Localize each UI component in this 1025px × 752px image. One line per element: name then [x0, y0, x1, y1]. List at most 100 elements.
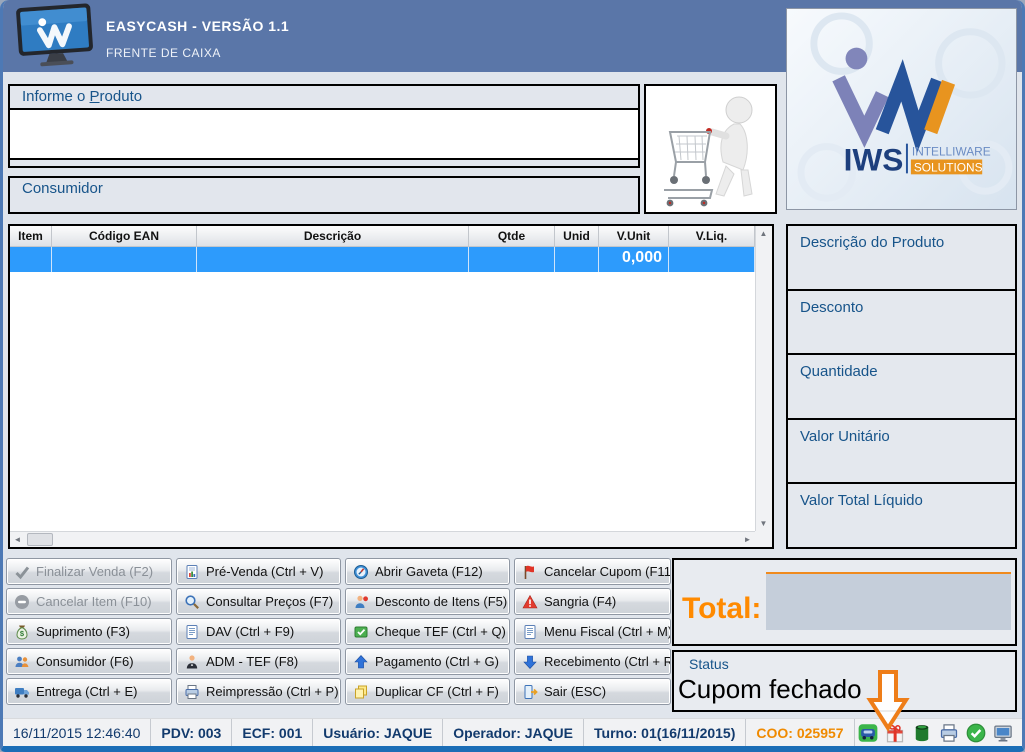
vertical-scrollbar[interactable]: ▲ ▼: [755, 226, 772, 531]
column-header-descricao[interactable]: Descrição: [197, 226, 469, 246]
item-detail-panel: Descrição do Produto Desconto Quantidade Va…: [786, 224, 1017, 549]
statusbar-turno: Turno: 01(16/11/2015): [584, 719, 747, 746]
menu-fiscal-button[interactable]: Menu Fiscal (Ctrl + M): [514, 618, 671, 645]
status-panel: Status Cupom fechado: [672, 650, 1017, 712]
adm-tef-button[interactable]: ADM - TEF (F8): [176, 648, 341, 675]
printer-icon: [184, 684, 200, 700]
scroll-right-icon[interactable]: ►: [740, 532, 755, 547]
detail-section-descricao-do-produto: Descrição do Produto: [788, 226, 1015, 291]
column-header-qtde[interactable]: Qtde: [469, 226, 555, 246]
iws-logo: IWS INTELLIWARE SOLUTIONS: [797, 12, 1013, 202]
gift-icon[interactable]: [885, 723, 905, 743]
exit-door-icon: [522, 684, 538, 700]
selected-item-row[interactable]: 0,000: [10, 247, 755, 272]
scroll-up-icon[interactable]: ▲: [756, 226, 771, 241]
horizontal-scroll-thumb[interactable]: [27, 533, 53, 546]
app-logo-monitor-icon: [16, 3, 93, 67]
drum-icon[interactable]: [912, 723, 932, 743]
entrega-button[interactable]: Entrega (Ctrl + E): [6, 678, 172, 705]
adm-tef-label: ADM - TEF (F8): [206, 654, 299, 669]
action-button-grid: Finalizar Venda (F2) Pré-Venda (Ctrl + V)…: [6, 558, 671, 710]
column-header-item[interactable]: Item: [10, 226, 52, 246]
reimpressao-label: Reimpressão (Ctrl + P): [206, 684, 339, 699]
person-discount-icon: [353, 594, 369, 610]
cancelar-cupom-button[interactable]: Cancelar Cupom (F11): [514, 558, 671, 585]
person-suit-icon: [184, 654, 200, 670]
menu-fiscal-label: Menu Fiscal (Ctrl + M): [544, 624, 671, 639]
consumer-group[interactable]: Consumidor: [8, 176, 640, 214]
abrir-gaveta-button[interactable]: Abrir Gaveta (F12): [345, 558, 510, 585]
cheque-tef-button[interactable]: Cheque TEF (Ctrl + Q): [345, 618, 510, 645]
recebimento-button[interactable]: Recebimento (Ctrl + R): [514, 648, 671, 675]
pagamento-label: Pagamento (Ctrl + G): [375, 654, 499, 669]
product-entry-group: Informe o Produto: [8, 84, 640, 168]
minus-circle-gray-icon: [14, 594, 30, 610]
truck-blue-icon: [14, 684, 30, 700]
pagamento-button[interactable]: Pagamento (Ctrl + G): [345, 648, 510, 675]
detail-section-valor-total-liquido: Valor Total Líquido: [788, 484, 1015, 547]
suprimento-button[interactable]: $ Suprimento (F3): [6, 618, 172, 645]
statusbar-coo: COO: 025957: [746, 719, 855, 746]
people-icon: [14, 654, 30, 670]
product-entry-label: Informe o Produto: [22, 88, 143, 105]
consumidor-button[interactable]: Consumidor (F6): [6, 648, 172, 675]
consumidor-label: Consumidor (F6): [36, 654, 134, 669]
detail-label-desconto: Desconto: [800, 298, 864, 316]
detail-label-quantidade: Quantidade: [800, 363, 878, 381]
monitor-icon[interactable]: [993, 723, 1013, 743]
detail-label-valor-total-liquido: Valor Total Líquido: [800, 492, 923, 510]
pre-venda-button[interactable]: Pré-Venda (Ctrl + V): [176, 558, 341, 585]
magnifier-icon: [184, 594, 200, 610]
printer-icon[interactable]: [939, 723, 959, 743]
status-bar: 16/11/2015 12:46:40 PDV: 003 ECF: 001 Usuár…: [3, 718, 1022, 746]
app-title: EASYCASH - VERSÃO 1.1: [106, 18, 290, 34]
scrollbar-corner: [755, 531, 772, 547]
consultar-precos-label: Consultar Preços (F7): [206, 594, 334, 609]
scroll-left-icon[interactable]: ◄: [10, 532, 25, 547]
dav-button[interactable]: DAV (Ctrl + F9): [176, 618, 341, 645]
statusbar-pdv: PDV: 003: [151, 719, 233, 746]
doc-chart-icon: [184, 564, 200, 580]
desconto-de-itens-label: Desconto de Itens (F5): [375, 594, 508, 609]
copy-pages-icon: [353, 684, 369, 700]
sair-label: Sair (ESC): [544, 684, 607, 699]
statusbar-ecf: ECF: 001: [232, 719, 314, 746]
cancelar-item-label: Cancelar Item (F10): [36, 594, 152, 609]
sair-button[interactable]: Sair (ESC): [514, 678, 671, 705]
recebimento-label: Recebimento (Ctrl + R): [544, 654, 671, 669]
column-header-v_liq[interactable]: V.Liq.: [669, 226, 755, 246]
cheque-tef-label: Cheque TEF (Ctrl + Q): [375, 624, 506, 639]
sangria-button[interactable]: Sangria (F4): [514, 588, 671, 615]
scroll-down-icon[interactable]: ▼: [756, 516, 771, 531]
selected-row-cell-v_unit: 0,000: [599, 247, 669, 272]
status-value: Cupom fechado: [678, 674, 862, 704]
cancelar-cupom-label: Cancelar Cupom (F11): [544, 564, 671, 579]
column-header-v_unit[interactable]: V.Unit: [599, 226, 669, 246]
column-header-codigo_ean[interactable]: Código EAN: [52, 226, 197, 246]
sangria-label: Sangria (F4): [544, 594, 617, 609]
horizontal-scrollbar[interactable]: ◄ ►: [10, 531, 755, 547]
desconto-de-itens-button[interactable]: Desconto de Itens (F5): [345, 588, 510, 615]
total-display: [766, 572, 1011, 630]
consultar-precos-button[interactable]: Consultar Preços (F7): [176, 588, 341, 615]
duplicar-cf-button[interactable]: Duplicar CF (Ctrl + F): [345, 678, 510, 705]
delivery-truck-icon[interactable]: [858, 723, 878, 743]
suprimento-label: Suprimento (F3): [36, 624, 130, 639]
arrow-down-blue-icon: [522, 654, 538, 670]
warning-triangle-icon: [522, 594, 538, 610]
product-input[interactable]: [10, 108, 638, 160]
doc-lines-icon: [522, 624, 538, 640]
shopping-cart-image: [664, 96, 753, 207]
svg-text:IWS: IWS: [844, 141, 904, 177]
compass-icon: [353, 564, 369, 580]
pre-venda-label: Pré-Venda (Ctrl + V): [206, 564, 324, 579]
ok-check-icon[interactable]: [966, 723, 986, 743]
easycash-window: EASYCASH - VERSÃO 1.1 FRENTE DE CAIXA IW…: [0, 0, 1025, 752]
reimpressao-button[interactable]: Reimpressão (Ctrl + P): [176, 678, 341, 705]
selected-row-cell-v_liq: [669, 247, 755, 272]
items-table-header: Item Código EAN Descrição Qtde Unid V.Unit V.L…: [10, 226, 755, 247]
statusbar-usuario: Usuário: JAQUE: [313, 719, 444, 746]
iws-logo-panel: IWS INTELLIWARE SOLUTIONS: [786, 8, 1017, 210]
abrir-gaveta-label: Abrir Gaveta (F12): [375, 564, 483, 579]
column-header-unid[interactable]: Unid: [555, 226, 599, 246]
